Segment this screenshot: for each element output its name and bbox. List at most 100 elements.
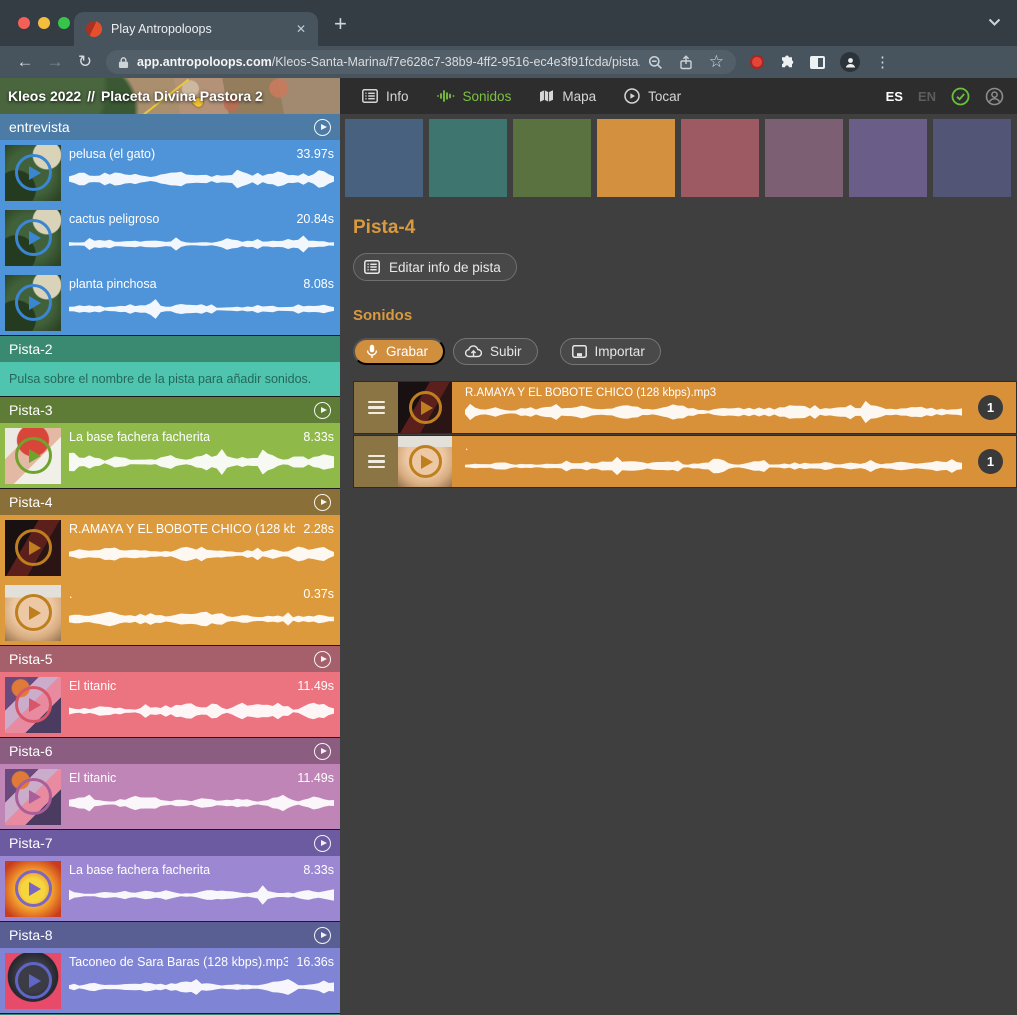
track-name[interactable]: Pista-6: [9, 743, 53, 759]
sound-thumbnail[interactable]: [5, 210, 61, 266]
sound-thumbnail[interactable]: [5, 520, 61, 576]
play-icon[interactable]: [15, 594, 52, 631]
track-color-swatch[interactable]: [933, 119, 1011, 197]
nav-tab-tocar[interactable]: Tocar: [624, 88, 681, 104]
play-icon[interactable]: [15, 219, 52, 256]
import-button[interactable]: Importar: [560, 338, 661, 365]
track-header[interactable]: Pista-4: [0, 489, 340, 515]
play-icon[interactable]: [15, 284, 52, 321]
close-window-icon[interactable]: [18, 17, 30, 29]
track-name[interactable]: Pista-3: [9, 402, 53, 418]
recording-extension-icon[interactable]: [750, 55, 764, 69]
language-en[interactable]: EN: [918, 89, 936, 104]
drag-handle[interactable]: [354, 382, 398, 433]
breadcrumb-project[interactable]: Kleos 2022: [8, 88, 81, 104]
sound-thumbnail[interactable]: [5, 769, 61, 825]
sidebar-sound-item[interactable]: cactus peligroso 20.84s: [0, 205, 340, 270]
track-name[interactable]: Pista-4: [9, 494, 53, 510]
sound-thumbnail[interactable]: [398, 436, 452, 487]
track-header[interactable]: Pista-8: [0, 922, 340, 948]
sound-thumbnail[interactable]: [5, 953, 61, 1009]
sidebar-sound-item[interactable]: R.AMAYA Y EL BOBOTE CHICO (128 kbps)....…: [0, 515, 340, 580]
fullscreen-window-icon[interactable]: [58, 17, 70, 29]
track-play-icon[interactable]: [314, 402, 331, 419]
extensions-puzzle-icon[interactable]: [779, 54, 795, 70]
forward-icon[interactable]: →: [40, 52, 70, 72]
track-play-icon[interactable]: [314, 835, 331, 852]
play-icon[interactable]: [409, 445, 442, 478]
minimize-window-icon[interactable]: [38, 17, 50, 29]
track-color-swatch[interactable]: [765, 119, 843, 197]
profile-avatar-icon[interactable]: [840, 52, 860, 72]
nav-tab-mapa[interactable]: Mapa: [539, 89, 596, 104]
language-es[interactable]: ES: [886, 89, 903, 104]
side-panel-icon[interactable]: [810, 56, 825, 69]
track-play-icon[interactable]: [314, 119, 331, 136]
sound-thumbnail[interactable]: [5, 275, 61, 331]
play-icon[interactable]: [15, 686, 52, 723]
track-header[interactable]: Pista-7: [0, 830, 340, 856]
track-color-swatch[interactable]: [849, 119, 927, 197]
upload-button[interactable]: Subir: [453, 338, 538, 365]
sidebar-sound-item[interactable]: . 0.37s: [0, 580, 340, 645]
track-play-icon[interactable]: [314, 494, 331, 511]
sound-thumbnail[interactable]: [5, 585, 61, 641]
track-color-swatch[interactable]: [597, 119, 675, 197]
close-tab-icon[interactable]: ✕: [296, 22, 306, 36]
breadcrumb-scene[interactable]: Placeta Divina Pastora 2: [101, 88, 263, 104]
play-icon[interactable]: [15, 437, 52, 474]
track-header[interactable]: Pista-6: [0, 738, 340, 764]
track-header[interactable]: Pista-2: [0, 336, 340, 362]
sound-thumbnail[interactable]: [5, 145, 61, 201]
sidebar-sound-item[interactable]: La base fachera facherita 8.33s: [0, 856, 340, 921]
play-icon[interactable]: [15, 529, 52, 566]
track-play-icon[interactable]: [314, 743, 331, 760]
track-name[interactable]: Pista-8: [9, 927, 53, 943]
track-play-icon[interactable]: [314, 927, 331, 944]
url-bar[interactable]: app.antropoloops.com/Kleos-Santa-Marina/…: [106, 50, 736, 74]
sidebar-sound-item[interactable]: El titanic 11.49s: [0, 672, 340, 737]
tab-search-chevron-icon[interactable]: [988, 18, 1001, 26]
nav-tab-sonidos[interactable]: Sonidos: [437, 89, 512, 104]
share-icon[interactable]: [679, 55, 693, 70]
back-icon[interactable]: ←: [10, 52, 40, 72]
new-tab-button[interactable]: +: [334, 11, 347, 37]
track-name[interactable]: Pista-7: [9, 835, 53, 851]
account-icon[interactable]: [985, 87, 1004, 106]
play-icon[interactable]: [15, 778, 52, 815]
drag-handle[interactable]: [354, 436, 398, 487]
sidebar-sound-item[interactable]: La base fachera facherita 8.33s: [0, 423, 340, 488]
record-button[interactable]: Grabar: [353, 338, 445, 365]
sound-thumbnail[interactable]: [5, 428, 61, 484]
browser-menu-icon[interactable]: ⋮: [875, 53, 890, 71]
track-color-swatch[interactable]: [345, 119, 423, 197]
zoom-out-icon[interactable]: [648, 55, 663, 70]
map-preview[interactable]: Kleos 2022 // Placeta Divina Pastora 2: [0, 78, 340, 114]
play-icon[interactable]: [15, 870, 52, 907]
sidebar-sound-item[interactable]: Taconeo de Sara Baras (128 kbps).mp3 16.…: [0, 948, 340, 1013]
refresh-icon[interactable]: ↻: [70, 52, 100, 72]
sidebar-sound-item[interactable]: El titanic 11.49s: [0, 764, 340, 829]
track-header[interactable]: entrevista: [0, 114, 340, 140]
track-color-swatch[interactable]: [513, 119, 591, 197]
track-color-swatch[interactable]: [681, 119, 759, 197]
track-play-icon[interactable]: [314, 651, 331, 668]
bookmark-star-icon[interactable]: ☆: [709, 52, 724, 72]
track-name[interactable]: Pista-2: [9, 341, 53, 357]
sound-thumbnail[interactable]: [5, 677, 61, 733]
play-icon[interactable]: [15, 154, 52, 191]
nav-tab-info[interactable]: Info: [362, 89, 409, 104]
track-header[interactable]: Pista-5: [0, 646, 340, 672]
sound-thumbnail[interactable]: [398, 382, 452, 433]
track-name[interactable]: Pista-5: [9, 651, 53, 667]
sound-row[interactable]: . 1: [353, 435, 1017, 488]
sound-thumbnail[interactable]: [5, 861, 61, 917]
edit-track-info-button[interactable]: Editar info de pista: [353, 253, 517, 281]
track-color-swatch[interactable]: [429, 119, 507, 197]
browser-tab[interactable]: Play Antropoloops ✕: [74, 12, 318, 46]
play-icon[interactable]: [409, 391, 442, 424]
sidebar-sound-item[interactable]: planta pinchosa 8.08s: [0, 270, 340, 335]
track-name[interactable]: entrevista: [9, 119, 70, 135]
sidebar-sound-item[interactable]: pelusa (el gato) 33.97s: [0, 140, 340, 205]
play-icon[interactable]: [15, 962, 52, 999]
